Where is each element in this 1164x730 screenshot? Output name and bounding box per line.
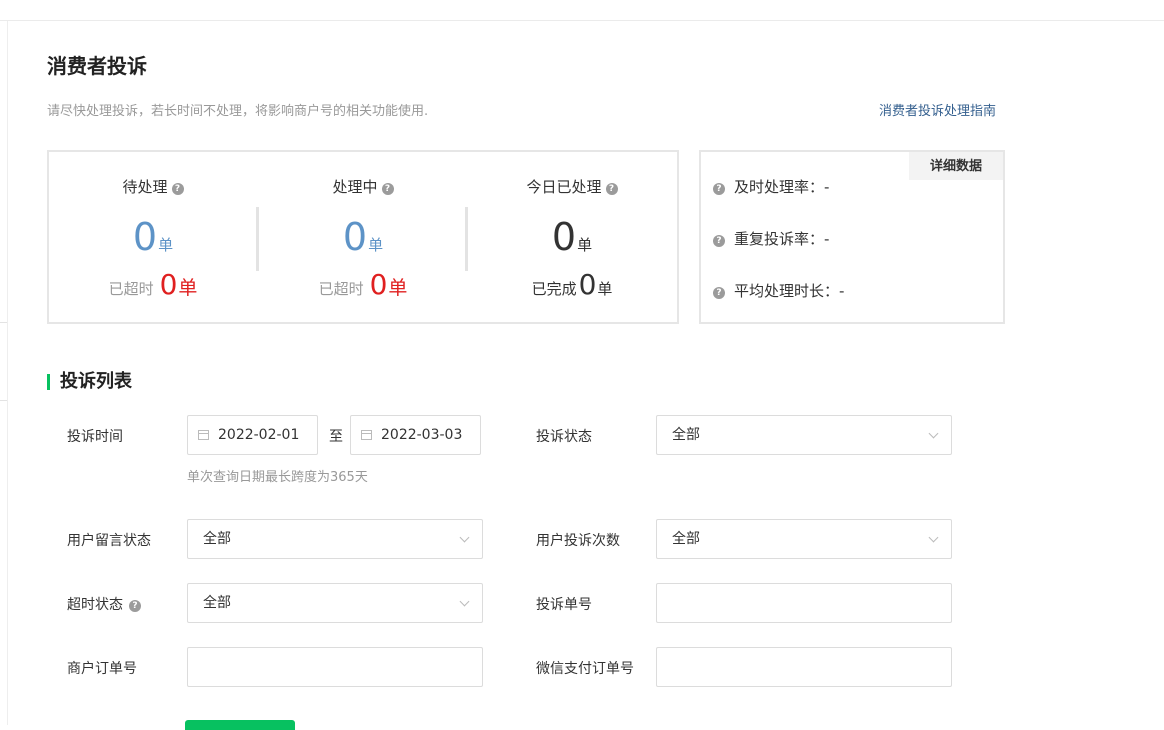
help-icon[interactable]: ?: [129, 600, 141, 612]
message-status-label: 用户留言状态: [67, 533, 151, 549]
pending-overdue-label: 已超时: [108, 280, 154, 298]
complaint-guide-link[interactable]: 消费者投诉处理指南: [879, 100, 996, 119]
help-icon[interactable]: ?: [381, 183, 394, 195]
timeout-status-label-text: 超时状态: [67, 597, 123, 613]
select-value: 全部: [672, 531, 700, 547]
top-divider: [0, 20, 1164, 21]
select-value: 全部: [203, 531, 231, 547]
help-icon[interactable]: ?: [605, 183, 618, 195]
page-subtitle: 请尽快处理投诉，若长时间不处理，将影响商户号的相关功能使用.: [47, 104, 429, 119]
section-accent-bar: [47, 374, 50, 390]
today-unit: 单: [577, 236, 593, 254]
metric-label: 及时处理率：: [734, 178, 825, 196]
stat-pending-overdue: 已超时 0单: [49, 268, 257, 302]
complaint-count-label: 用户投诉次数: [536, 533, 620, 549]
page-title: 消费者投诉: [47, 54, 147, 78]
end-date-value: 2022-03-03: [381, 427, 463, 443]
end-date-picker[interactable]: 2022-03-03: [350, 415, 481, 455]
complaint-count-select[interactable]: 全部: [656, 519, 952, 559]
stat-processing-overdue: 已超时 0单: [259, 268, 467, 302]
pending-overdue-count: 0: [159, 268, 178, 301]
help-icon[interactable]: ?: [171, 183, 184, 195]
pending-unit: 单: [158, 236, 174, 254]
stat-pending-label-text: 待处理: [122, 178, 168, 196]
start-date-picker[interactable]: 2022-02-01: [187, 415, 318, 455]
wechat-order-no-label: 微信支付订单号: [536, 661, 634, 677]
metric-value: -: [824, 230, 830, 248]
pending-count: 0: [132, 215, 158, 259]
complaint-time-label: 投诉时间: [67, 429, 123, 445]
left-divider-mark: [0, 400, 7, 401]
complaint-list-title: 投诉列表: [60, 371, 132, 392]
stat-today: 今日已处理? 0单 已完成0单: [468, 152, 676, 322]
stat-pending: 待处理? 0单 已超时 0单: [49, 152, 257, 322]
help-icon[interactable]: ?: [713, 235, 725, 247]
timeout-status-select[interactable]: 全部: [187, 583, 483, 623]
today-done-label: 已完成: [531, 280, 577, 298]
metric-repeat-rate: ? 重复投诉率：-: [713, 228, 829, 249]
detail-metrics-panel: 详细数据 ? 及时处理率：- ? 重复投诉率：- ? 平均处理时长：-: [699, 150, 1005, 324]
today-count: 0: [551, 215, 577, 259]
processing-overdue-unit: 单: [388, 277, 408, 299]
metric-timely-rate: ? 及时处理率：-: [713, 176, 829, 197]
select-value: 全部: [672, 427, 700, 443]
complaint-no-label: 投诉单号: [536, 597, 592, 613]
date-range-hint: 单次查询日期最长跨度为365天: [187, 470, 368, 485]
left-divider-mark: [0, 322, 7, 323]
stat-today-label-text: 今日已处理: [526, 178, 602, 196]
calendar-icon: [361, 430, 372, 440]
metric-value: -: [824, 178, 830, 196]
complaint-no-input[interactable]: [656, 583, 952, 623]
processing-overdue-label: 已超时: [318, 280, 364, 298]
metric-label: 重复投诉率：: [734, 230, 825, 248]
pending-overdue-unit: 单: [178, 277, 198, 299]
chevron-down-icon: [928, 428, 939, 439]
select-value: 全部: [203, 595, 231, 611]
stat-processing-label: 处理中?: [259, 176, 467, 197]
stat-pending-label: 待处理?: [49, 176, 257, 197]
help-icon[interactable]: ?: [713, 183, 725, 195]
processing-count: 0: [342, 215, 368, 259]
complaint-status-select[interactable]: 全部: [656, 415, 952, 455]
complaint-status-label: 投诉状态: [536, 429, 592, 445]
wechat-order-no-input[interactable]: [656, 647, 952, 687]
merchant-order-no-label: 商户订单号: [67, 661, 137, 677]
metric-label: 平均处理时长：: [734, 282, 840, 300]
metric-value: -: [839, 282, 845, 300]
stat-today-done: 已完成0单: [468, 268, 676, 302]
chevron-down-icon: [928, 532, 939, 543]
detail-data-button[interactable]: 详细数据: [909, 152, 1003, 180]
stat-pending-count: 0单: [49, 214, 257, 260]
merchant-order-no-input[interactable]: [187, 647, 483, 687]
calendar-icon: [198, 430, 209, 440]
message-status-select[interactable]: 全部: [187, 519, 483, 559]
stat-processing: 处理中? 0单 已超时 0单: [259, 152, 467, 322]
today-done-count: 0: [578, 268, 597, 301]
date-range-separator: 至: [329, 429, 343, 445]
metric-avg-duration: ? 平均处理时长：-: [713, 280, 844, 301]
stat-today-label: 今日已处理?: [468, 176, 676, 197]
chevron-down-icon: [459, 532, 470, 543]
timeout-status-label: 超时状态?: [67, 594, 141, 614]
stat-processing-label-text: 处理中: [332, 178, 378, 196]
stat-processing-count: 0单: [259, 214, 467, 260]
complaint-stats-panel: 待处理? 0单 已超时 0单 处理中? 0单 已超时 0单 今日已处理? 0单 已完…: [47, 150, 679, 324]
left-divider: [7, 21, 8, 725]
today-done-unit: 单: [597, 280, 613, 298]
help-icon[interactable]: ?: [713, 287, 725, 299]
processing-overdue-count: 0: [369, 268, 388, 301]
chevron-down-icon: [459, 596, 470, 607]
stat-today-count: 0单: [468, 214, 676, 260]
query-button[interactable]: [185, 720, 295, 730]
processing-unit: 单: [368, 236, 384, 254]
start-date-value: 2022-02-01: [218, 427, 300, 443]
